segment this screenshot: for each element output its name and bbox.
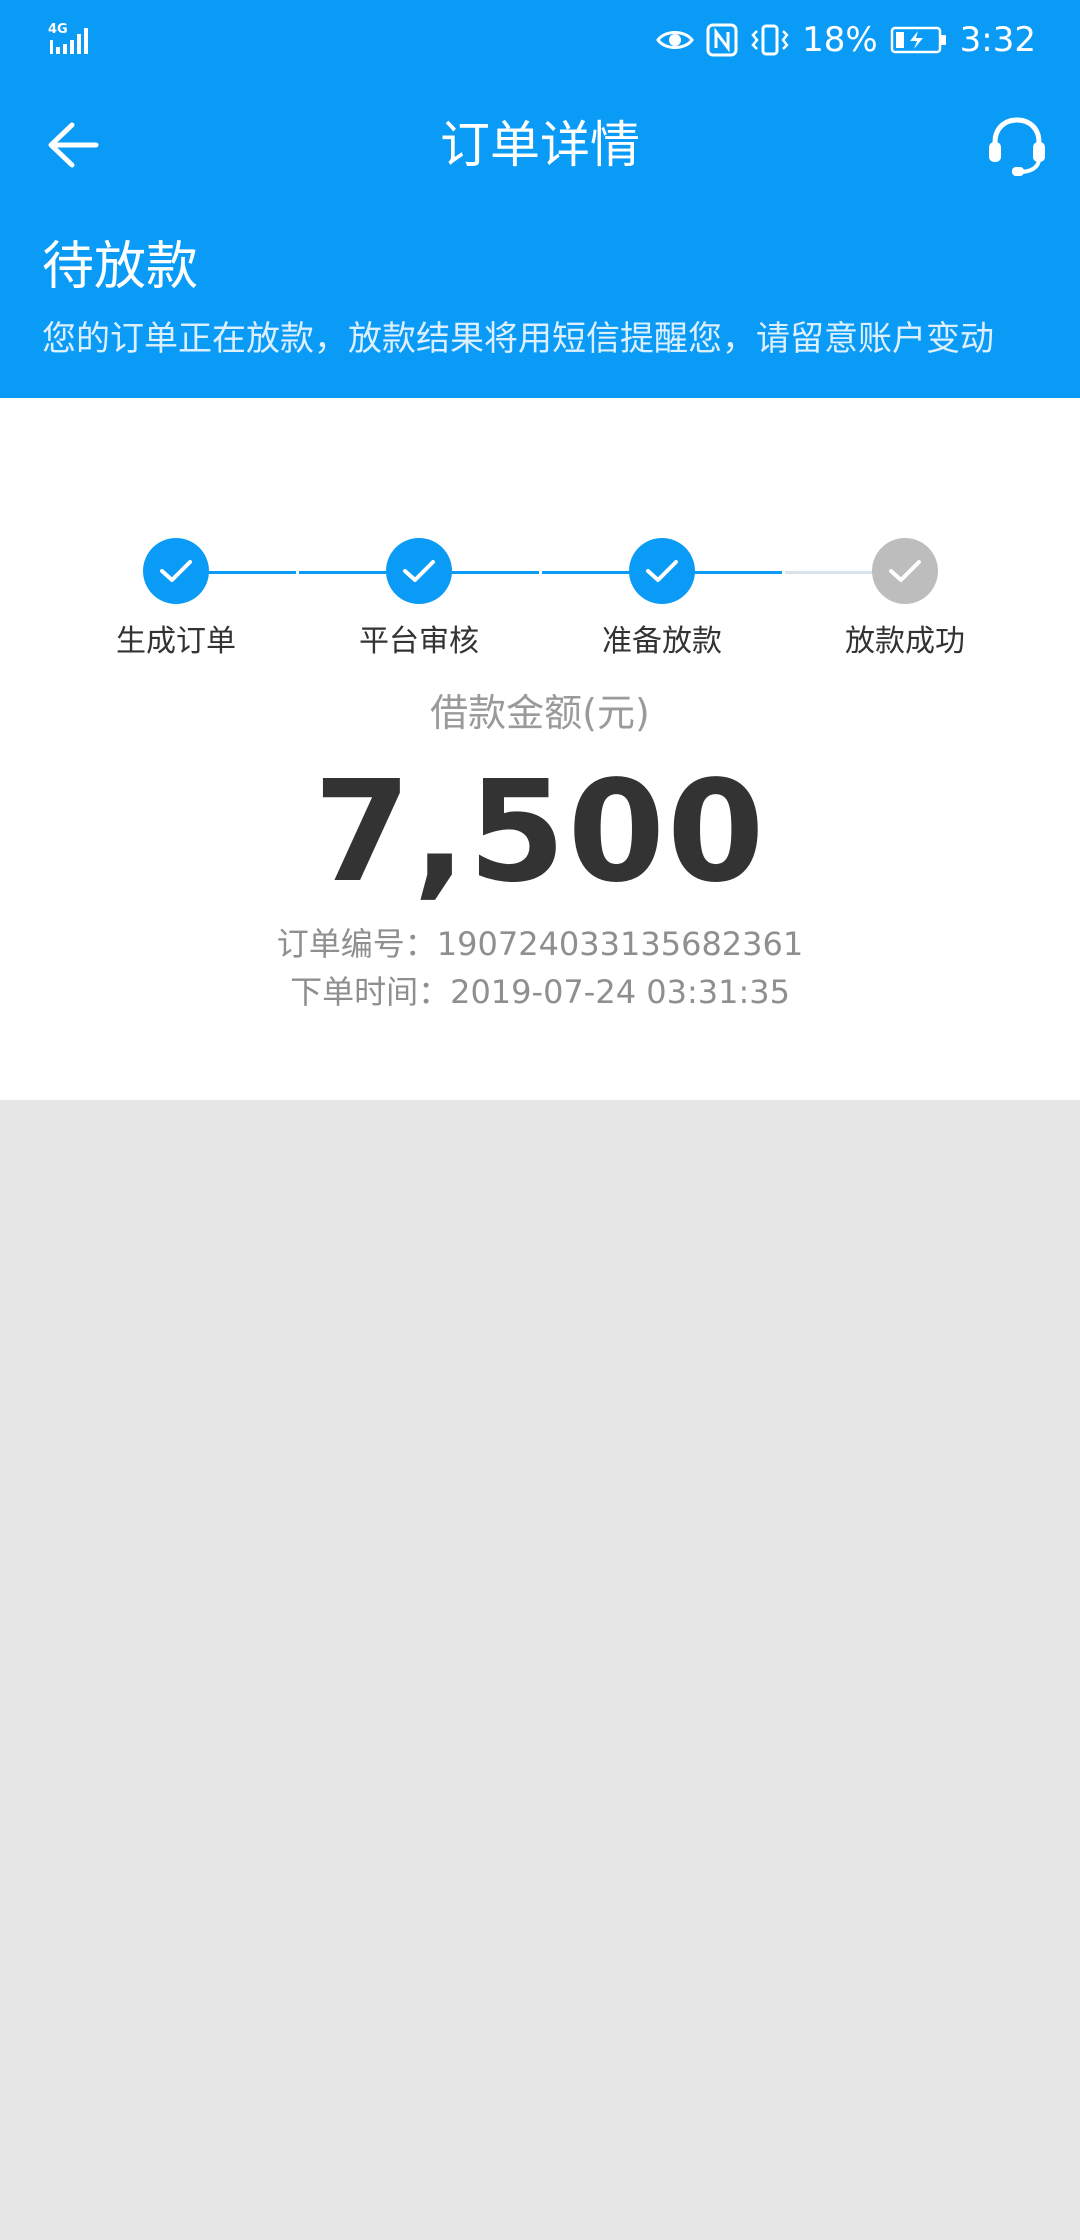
step-label: 生成订单 (116, 624, 236, 659)
order-time-label: 下单时间： (290, 973, 451, 1011)
check-icon (160, 560, 192, 582)
header-area: 4G 18% 3:32 订单详情 待放款 您的订单正在放款，放款结果将用短信提醒… (0, 0, 1080, 398)
order-number-value: 190724033135682361 (436, 925, 804, 963)
battery-percent: 18% (802, 20, 878, 60)
order-time-value: 2019-07-24 03:31:35 (450, 973, 790, 1011)
headset-icon (989, 117, 1045, 176)
page-title: 订单详情 (440, 116, 640, 174)
step-loan-success: 放款成功 (805, 538, 1005, 662)
step-platform-review: 平台审核 (319, 538, 519, 662)
check-icon (889, 560, 921, 582)
step-create-order: 生成订单 (76, 538, 276, 662)
customer-service-button[interactable] (980, 108, 1054, 182)
step-status (386, 538, 452, 604)
step-prepare-loan: 准备放款 (562, 538, 762, 662)
order-number: 订单编号：190724033135682361 (0, 922, 1080, 966)
step-label: 准备放款 (602, 624, 722, 659)
vibrate-icon (751, 24, 789, 56)
status-bar: 4G 18% 3:32 (0, 0, 1080, 80)
clock: 3:32 (959, 20, 1036, 60)
order-time: 下单时间：2019-07-24 03:31:35 (0, 970, 1080, 1014)
progress-steps: 生成订单 平台审核 准备放款 放款成功 (0, 468, 1080, 659)
loan-amount-label: 借款金额(元) (430, 691, 650, 735)
eye-comfort-icon (656, 31, 694, 49)
step-label: 放款成功 (845, 624, 965, 659)
step-label: 平台审核 (359, 624, 479, 659)
check-icon (646, 560, 678, 582)
order-card: 生成订单 平台审核 准备放款 放款成功 借款金额(元) 7,500 订单编号：1… (0, 398, 1080, 1100)
order-status-description: 您的订单正在放款，放款结果将用短信提醒您，请留意账户变动 (42, 319, 994, 359)
screen: 4G 18% 3:32 订单详情 待放款 您的订单正在放款，放款结果将用短信提醒… (0, 0, 1080, 2240)
check-icon (403, 560, 435, 582)
nfc-icon (706, 23, 738, 57)
network-type: 4G (48, 22, 68, 37)
step-status (872, 538, 938, 604)
loan-amount: 7,500 (313, 751, 767, 914)
signal-icon: 4G (48, 22, 88, 54)
step-status (143, 538, 209, 604)
signal-indicator: 4G (48, 20, 104, 60)
order-status-title: 待放款 (42, 237, 199, 297)
order-number-label: 订单编号： (276, 925, 437, 963)
step-status (629, 538, 695, 604)
nav-bar: 订单详情 (0, 90, 1080, 200)
battery-icon (890, 26, 946, 54)
status-icons: 18% 3:32 (656, 16, 1036, 64)
